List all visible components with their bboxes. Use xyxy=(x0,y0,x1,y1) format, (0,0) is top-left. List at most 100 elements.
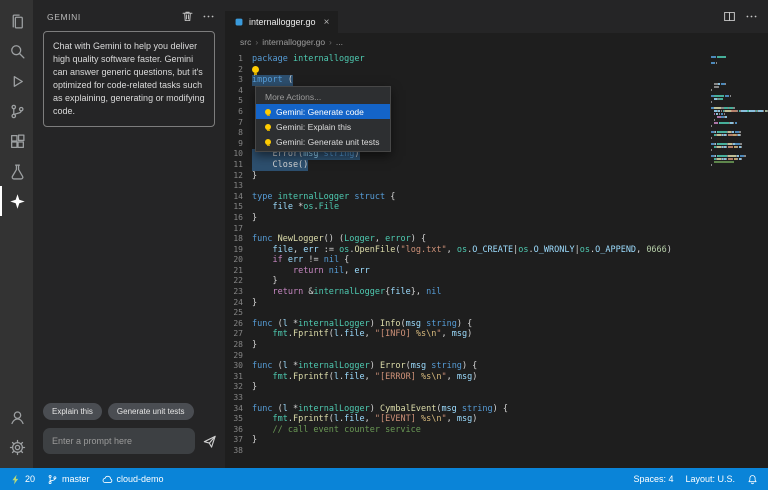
line-number: 8 xyxy=(238,128,243,138)
run-icon xyxy=(9,73,26,90)
minimap-line xyxy=(711,80,768,82)
code-line[interactable]: 23 return &internalLogger{file}, nil xyxy=(225,287,768,298)
context-menu-item-2[interactable]: Gemini: Generate unit tests xyxy=(256,134,390,149)
line-text: // call event counter service xyxy=(272,424,421,435)
code-line[interactable]: 25 xyxy=(225,308,768,319)
minimap-line xyxy=(711,104,768,106)
line-number: 34 xyxy=(233,403,243,413)
quick-action-0[interactable]: Explain this xyxy=(43,403,102,420)
split-editor-icon[interactable] xyxy=(723,10,736,23)
send-icon[interactable] xyxy=(202,434,217,449)
activity-item-run[interactable] xyxy=(0,66,33,96)
activity-item-settings[interactable] xyxy=(0,432,33,462)
code-line[interactable]: 31 fmt.Fprintf(l.file, "[ERROR] %s\n", m… xyxy=(225,372,768,383)
code-line[interactable]: 13 xyxy=(225,181,768,192)
tab-bar: internallogger.go × xyxy=(225,0,768,33)
code-line[interactable]: 33 xyxy=(225,393,768,404)
code-line[interactable]: 30 func (l *internalLogger) Error(msg str… xyxy=(225,361,768,372)
line-number: 24 xyxy=(233,297,243,307)
code-line[interactable]: 36 // call event counter service xyxy=(225,425,768,436)
code-line[interactable]: 1 package internallogger xyxy=(225,54,768,65)
bell-icon xyxy=(747,474,758,485)
line-number: 15 xyxy=(233,202,243,212)
line-text: func NewLogger() (Logger, error) { xyxy=(252,234,427,245)
line-number: 16 xyxy=(233,212,243,222)
code-line[interactable]: 29 xyxy=(225,351,768,362)
more-icon[interactable] xyxy=(202,10,215,23)
line-number: 13 xyxy=(233,181,243,191)
breadcrumb-item[interactable]: src xyxy=(240,37,251,47)
prompt-input[interactable] xyxy=(43,428,195,454)
line-text: } xyxy=(252,340,258,351)
code-line[interactable]: 28} xyxy=(225,340,768,351)
tab-internallogger[interactable]: internallogger.go × xyxy=(225,11,339,33)
tab-close-icon[interactable]: × xyxy=(324,17,330,28)
code-line[interactable]: 35 fmt.Fprintf(l.file, "[EVENT] %s\n", m… xyxy=(225,414,768,425)
code-line[interactable]: 2 xyxy=(225,65,768,76)
minimap[interactable] xyxy=(706,54,768,468)
minimap-line xyxy=(711,83,768,85)
layout-status[interactable]: Layout: U.S. xyxy=(679,468,741,490)
go-file-icon xyxy=(234,17,244,27)
activity-item-extensions[interactable] xyxy=(0,126,33,156)
code-line[interactable]: 32} xyxy=(225,382,768,393)
lightbulb-icon[interactable] xyxy=(252,65,259,75)
more-icon[interactable] xyxy=(745,10,758,23)
code-line[interactable]: 21 return nil, err xyxy=(225,266,768,277)
code-line[interactable]: 24} xyxy=(225,298,768,309)
minimap-line xyxy=(711,143,768,145)
minimap-line xyxy=(711,140,768,142)
context-menu-item-0[interactable]: Gemini: Generate code xyxy=(256,104,390,119)
minimap-line xyxy=(711,56,768,58)
code-line[interactable]: 26 func (l *internalLogger) Info(msg stri… xyxy=(225,319,768,330)
notifications-status[interactable] xyxy=(741,468,764,490)
line-text: file *os.File xyxy=(272,202,340,213)
go-badge-icon xyxy=(234,17,244,27)
activity-item-account[interactable] xyxy=(0,402,33,432)
activity-item-gemini-star[interactable] xyxy=(0,186,33,216)
status-bar-right: Spaces: 4 Layout: U.S. xyxy=(627,468,764,490)
line-number: 30 xyxy=(233,361,243,371)
line-number: 38 xyxy=(233,445,243,455)
activity-item-explorer[interactable] xyxy=(0,6,33,36)
code-editor[interactable]: 1 package internallogger 2 3 import (4 5 6 7 8 9 1… xyxy=(225,51,768,468)
line-number: 20 xyxy=(233,255,243,265)
code-line[interactable]: 38 xyxy=(225,446,768,457)
code-line[interactable]: 14 type internalLogger struct { xyxy=(225,192,768,203)
code-line[interactable]: 12} xyxy=(225,171,768,182)
code-line[interactable]: 34 func (l *internalLogger) CymbalEvent(m… xyxy=(225,404,768,415)
editor-group: internallogger.go × src › internallogger.g… xyxy=(225,0,768,468)
cloud-code-status[interactable]: 20 xyxy=(4,468,41,490)
code-line[interactable]: 18 func NewLogger() (Logger, error) { xyxy=(225,234,768,245)
activity-item-testing[interactable] xyxy=(0,156,33,186)
git-branch-status[interactable]: master xyxy=(41,468,96,490)
code-line[interactable]: 20 if err != nil { xyxy=(225,255,768,266)
minimap-line xyxy=(711,125,768,127)
activity-item-source-control[interactable] xyxy=(0,96,33,126)
code-line[interactable]: 22 } xyxy=(225,276,768,287)
line-text: return nil, err xyxy=(292,265,370,276)
send-plane-icon[interactable] xyxy=(202,434,217,449)
code-line[interactable]: 11 Close() xyxy=(225,159,768,171)
code-line[interactable]: 27 fmt.Fprintf(l.file, "[INFO] %s\n", ms… xyxy=(225,329,768,340)
cloud-workstation-status[interactable]: cloud-demo xyxy=(96,468,170,490)
breadcrumb-item[interactable]: ... xyxy=(336,37,343,47)
line-number: 1 xyxy=(238,54,243,63)
code-line[interactable]: 19 file, err := os.OpenFile("log.txt", o… xyxy=(225,245,768,256)
line-number: 10 xyxy=(233,149,243,159)
activity-item-search[interactable] xyxy=(0,36,33,66)
trash-icon[interactable] xyxy=(181,10,194,23)
line-number: 23 xyxy=(233,287,243,297)
code-line[interactable]: 3 import ( xyxy=(225,75,768,86)
minimap-line xyxy=(711,89,768,91)
branch-icon xyxy=(47,474,58,485)
context-menu-item-1[interactable]: Gemini: Explain this xyxy=(256,119,390,134)
breadcrumb-item[interactable]: internallogger.go xyxy=(262,37,325,47)
code-line[interactable]: 15 file *os.File xyxy=(225,202,768,213)
minimap-line xyxy=(711,74,768,76)
code-line[interactable]: 16} xyxy=(225,213,768,224)
code-line[interactable]: 17 xyxy=(225,224,768,235)
quick-action-1[interactable]: Generate unit tests xyxy=(107,403,194,420)
code-line[interactable]: 37} xyxy=(225,435,768,446)
spaces-status[interactable]: Spaces: 4 xyxy=(627,468,679,490)
